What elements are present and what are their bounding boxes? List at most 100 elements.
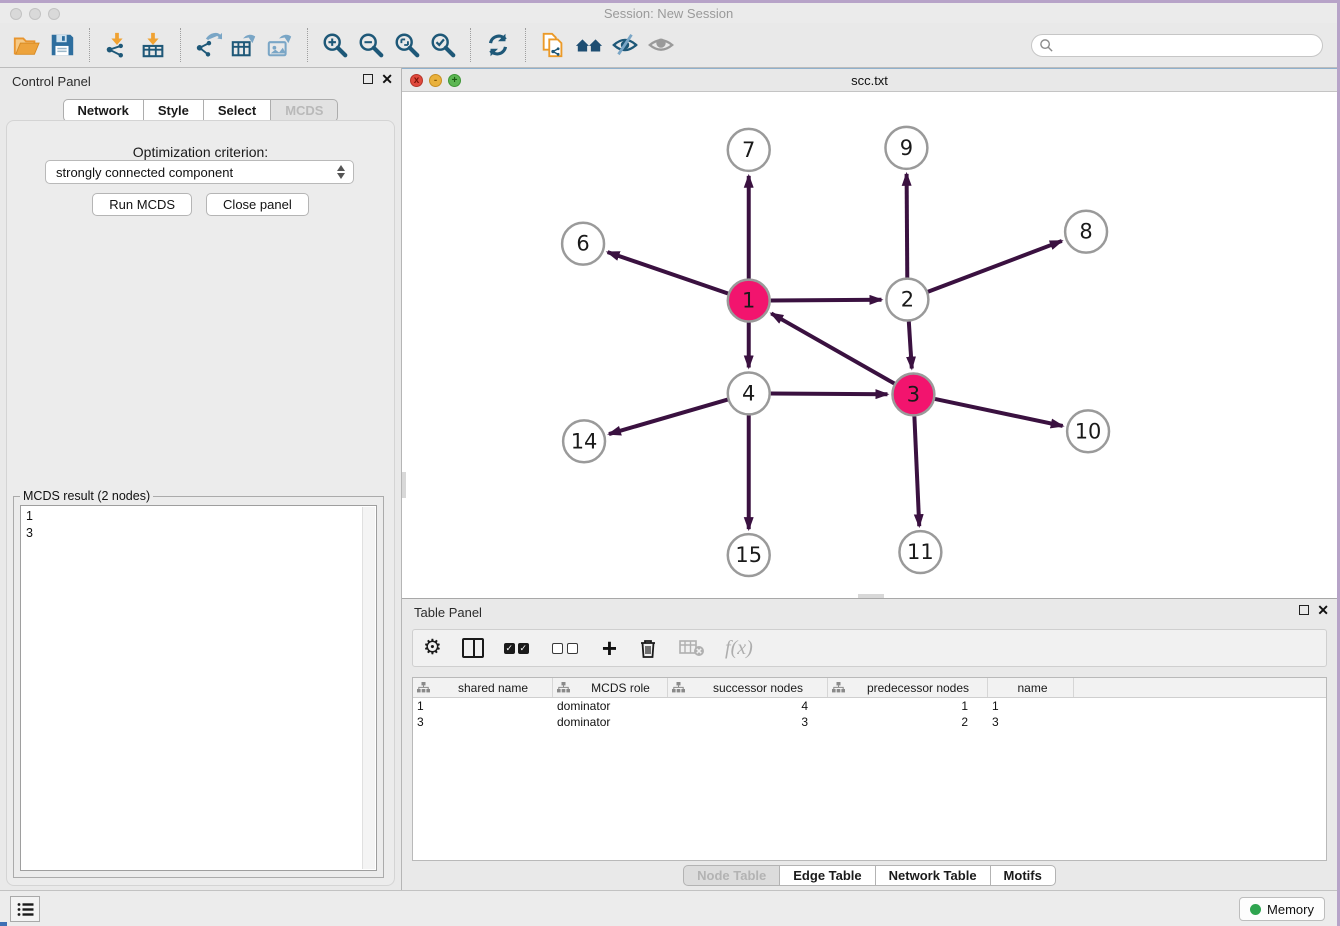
task-history-button[interactable] xyxy=(10,896,40,922)
column-tree-icon xyxy=(417,682,430,693)
import-network-icon[interactable] xyxy=(99,27,135,63)
edge-1-2[interactable] xyxy=(771,300,882,301)
network-window-titlebar[interactable]: x - + scc.txt xyxy=(402,69,1337,92)
node-4[interactable]: 4 xyxy=(728,372,770,414)
delete-column-trash-icon[interactable] xyxy=(637,633,659,663)
column-header-name[interactable]: name xyxy=(988,678,1074,697)
table-options-gear-icon[interactable]: ⚙ xyxy=(423,633,442,663)
export-table-icon[interactable] xyxy=(226,27,262,63)
mcds-result-title: MCDS result (2 nodes) xyxy=(20,489,153,503)
node-label: 10 xyxy=(1075,419,1102,443)
table-row[interactable]: 3dominator323 xyxy=(413,714,1326,730)
control-panel-tabs: NetworkStyleSelectMCDS xyxy=(0,99,401,122)
node-11[interactable]: 11 xyxy=(899,531,941,573)
show-network-eye-icon[interactable] xyxy=(643,27,679,63)
network-canvas[interactable]: 7 9 6 8 1 2 4 3 14 10 15 11 xyxy=(402,92,1337,598)
add-column-icon[interactable]: + xyxy=(602,633,617,663)
node-10[interactable]: 10 xyxy=(1067,410,1109,452)
tab-mcds[interactable]: MCDS xyxy=(271,99,338,122)
select-all-columns-icon[interactable]: ✓✓ xyxy=(504,633,532,663)
select-stepper-icon xyxy=(337,165,345,179)
table-cell[interactable]: dominator xyxy=(553,714,668,730)
task-list-icon xyxy=(17,902,34,917)
table-cell[interactable]: 3 xyxy=(668,714,828,730)
export-network-icon[interactable] xyxy=(190,27,226,63)
toolbar-separator xyxy=(307,28,308,62)
criterion-select[interactable]: strongly connected component xyxy=(45,160,354,184)
network-view-window: x - + scc.txt 7 9 6 8 1 2 4 3 14 10 15 11 xyxy=(402,68,1337,598)
splitter-handle[interactable] xyxy=(402,472,406,498)
edge-1-6[interactable] xyxy=(608,252,728,293)
table-cell[interactable]: 1 xyxy=(828,698,988,714)
zoom-selected-icon[interactable] xyxy=(425,27,461,63)
node-label: 6 xyxy=(576,232,589,256)
open-session-icon[interactable] xyxy=(8,27,44,63)
control-panel: Control Panel ✕ NetworkStyleSelectMCDS O… xyxy=(0,68,402,890)
table-cell[interactable]: 3 xyxy=(413,714,553,730)
tab-select[interactable]: Select xyxy=(204,99,271,122)
table-cell[interactable]: 1 xyxy=(988,698,1074,714)
node-2[interactable]: 2 xyxy=(886,279,928,321)
table-cell[interactable]: 2 xyxy=(828,714,988,730)
hide-network-eye-icon[interactable] xyxy=(607,27,643,63)
float-panel-icon[interactable] xyxy=(1299,605,1309,615)
column-tree-icon xyxy=(832,682,845,693)
delete-table-icon xyxy=(679,633,705,663)
close-panel-icon[interactable]: ✕ xyxy=(381,74,393,84)
column-tree-icon xyxy=(557,682,570,693)
column-header-shared-name[interactable]: shared name xyxy=(413,678,553,697)
unselect-all-columns-icon[interactable] xyxy=(552,633,582,663)
node-1[interactable]: 1 xyxy=(728,280,770,322)
tab-network-table[interactable]: Network Table xyxy=(876,865,991,886)
edge-3-1[interactable] xyxy=(771,313,894,383)
edge-2-9[interactable] xyxy=(907,174,908,278)
edge-3-10[interactable] xyxy=(935,399,1063,426)
save-session-icon[interactable] xyxy=(44,27,80,63)
show-all-networks-icon[interactable] xyxy=(571,27,607,63)
table-cell[interactable]: 1 xyxy=(413,698,553,714)
import-table-icon[interactable] xyxy=(135,27,171,63)
node-14[interactable]: 14 xyxy=(563,420,605,462)
scrollbar-track[interactable] xyxy=(362,507,375,869)
node-9[interactable]: 9 xyxy=(885,127,927,169)
edge-3-11[interactable] xyxy=(914,416,919,526)
run-mcds-button[interactable]: Run MCDS xyxy=(92,193,192,216)
node-6[interactable]: 6 xyxy=(562,223,604,265)
edge-4-14[interactable] xyxy=(609,400,728,435)
node-8[interactable]: 8 xyxy=(1065,211,1107,253)
tab-style[interactable]: Style xyxy=(144,99,204,122)
close-panel-icon[interactable]: ✕ xyxy=(1317,605,1329,615)
zoom-in-icon[interactable] xyxy=(317,27,353,63)
column-header-predecessor-nodes[interactable]: predecessor nodes xyxy=(828,678,988,697)
memory-label: Memory xyxy=(1267,902,1314,917)
tab-node-table[interactable]: Node Table xyxy=(683,865,780,886)
zoom-fit-icon[interactable] xyxy=(389,27,425,63)
memory-button[interactable]: Memory xyxy=(1239,897,1325,921)
close-panel-button[interactable]: Close panel xyxy=(206,193,309,216)
mcds-result-text[interactable]: 1 3 xyxy=(20,505,377,871)
table-row[interactable]: 1dominator411 xyxy=(413,698,1326,714)
column-header-successor-nodes[interactable]: successor nodes xyxy=(668,678,828,697)
float-panel-icon[interactable] xyxy=(363,74,373,84)
node-7[interactable]: 7 xyxy=(728,129,770,171)
table-cell[interactable]: 4 xyxy=(668,698,828,714)
node-3[interactable]: 3 xyxy=(892,373,934,415)
first-neighbors-refresh-icon[interactable] xyxy=(480,27,516,63)
node-table[interactable]: shared nameMCDS rolesuccessor nodesprede… xyxy=(412,677,1327,861)
search-input[interactable] xyxy=(1031,34,1323,57)
tab-edge-table[interactable]: Edge Table xyxy=(780,865,875,886)
edge-2-8[interactable] xyxy=(928,241,1062,292)
search-icon xyxy=(1039,38,1054,53)
edge-4-3[interactable] xyxy=(771,394,888,395)
table-cell[interactable]: dominator xyxy=(553,698,668,714)
export-image-icon[interactable] xyxy=(262,27,298,63)
table-cell[interactable]: 3 xyxy=(988,714,1074,730)
show-columns-icon[interactable] xyxy=(462,633,484,663)
tab-motifs[interactable]: Motifs xyxy=(991,865,1056,886)
tab-network[interactable]: Network xyxy=(63,99,144,122)
zoom-out-icon[interactable] xyxy=(353,27,389,63)
copy-network-icon[interactable] xyxy=(535,27,571,63)
edge-2-3[interactable] xyxy=(909,322,912,369)
column-header-MCDS-role[interactable]: MCDS role xyxy=(553,678,668,697)
node-15[interactable]: 15 xyxy=(728,534,770,576)
